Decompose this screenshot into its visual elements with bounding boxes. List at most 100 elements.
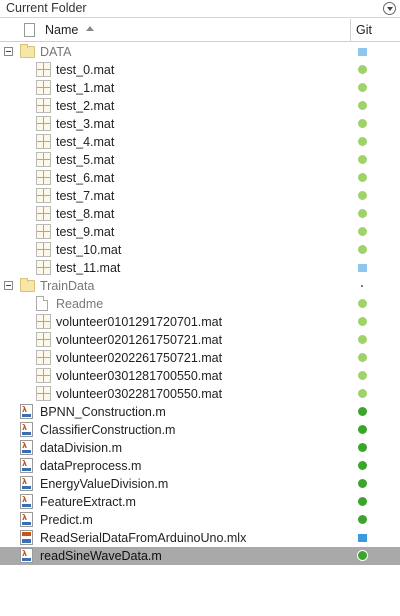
item-label: volunteer0101291720701.mat <box>56 315 223 329</box>
mat-file-icon <box>36 134 51 149</box>
sort-ascending-icon <box>86 26 94 31</box>
collapse-icon[interactable] <box>4 281 13 290</box>
file-row[interactable]: test_8.mat <box>0 205 400 223</box>
matlab-script-icon: λ <box>20 440 33 455</box>
live-script-icon <box>20 530 33 545</box>
item-label: dataPreprocess.m <box>40 459 142 473</box>
item-label: test_11.mat <box>56 261 121 275</box>
git-status-icon <box>358 299 367 308</box>
file-row[interactable]: test_0.mat <box>0 61 400 79</box>
item-label: test_10.mat <box>56 243 122 257</box>
file-row[interactable]: λ BPNN_Construction.m <box>0 403 400 421</box>
git-status-icon <box>358 48 367 56</box>
git-status-icon <box>358 534 367 542</box>
item-label: volunteer0301281700550.mat <box>56 369 223 383</box>
file-row[interactable]: volunteer0201261750721.mat <box>0 331 400 349</box>
file-row[interactable]: λ dataPreprocess.m <box>0 457 400 475</box>
file-row[interactable]: volunteer0302281700550.mat <box>0 385 400 403</box>
item-label: volunteer0302281700550.mat <box>56 387 223 401</box>
column-separator[interactable] <box>350 19 351 42</box>
file-type-column-icon[interactable] <box>24 23 35 37</box>
item-label: test_2.mat <box>56 99 115 113</box>
file-row[interactable]: test_3.mat <box>0 115 400 133</box>
git-status-icon <box>358 389 367 398</box>
git-status-icon <box>358 191 367 200</box>
git-status-icon <box>358 155 367 164</box>
item-label: EnergyValueDivision.m <box>40 477 169 491</box>
file-row[interactable]: λ dataDivision.m <box>0 439 400 457</box>
file-row[interactable]: test_6.mat <box>0 169 400 187</box>
git-status-icon <box>358 101 367 110</box>
file-row[interactable]: λ ClassifierConstruction.m <box>0 421 400 439</box>
mat-file-icon <box>36 332 51 347</box>
git-status-icon <box>361 285 363 287</box>
panel-title: Current Folder <box>6 1 87 15</box>
file-row[interactable]: test_7.mat <box>0 187 400 205</box>
item-label: ReadSerialDataFromArduinoUno.mlx <box>40 531 247 545</box>
name-column-header[interactable]: Name <box>45 23 78 37</box>
item-label: TrainData <box>40 279 95 293</box>
mat-file-icon <box>36 152 51 167</box>
git-status-icon <box>358 119 367 128</box>
file-row[interactable]: volunteer0202261750721.mat <box>0 349 400 367</box>
git-status-icon <box>358 461 367 470</box>
file-row[interactable]: test_9.mat <box>0 223 400 241</box>
matlab-script-icon: λ <box>20 476 33 491</box>
mat-file-icon <box>36 314 51 329</box>
item-label: BPNN_Construction.m <box>40 405 166 419</box>
file-row[interactable]: λ Predict.m <box>0 511 400 529</box>
git-status-icon <box>358 353 367 362</box>
item-label: test_6.mat <box>56 171 115 185</box>
item-label: volunteer0202261750721.mat <box>56 351 223 365</box>
file-row[interactable]: volunteer0301281700550.mat <box>0 367 400 385</box>
file-row[interactable]: λ FeatureExtract.m <box>0 493 400 511</box>
mat-file-icon <box>36 188 51 203</box>
item-label: ClassifierConstruction.m <box>40 423 176 437</box>
matlab-script-icon: λ <box>20 404 33 419</box>
panel-actions-dropdown-icon[interactable] <box>383 2 396 15</box>
file-row[interactable]: ReadSerialDataFromArduinoUno.mlx <box>0 529 400 547</box>
mat-file-icon <box>36 260 51 275</box>
file-row[interactable]: test_5.mat <box>0 151 400 169</box>
matlab-script-icon: λ <box>20 548 33 563</box>
collapse-icon[interactable] <box>4 47 13 56</box>
git-status-icon <box>358 83 367 92</box>
item-label: test_8.mat <box>56 207 115 221</box>
folder-row[interactable]: DATA <box>0 43 400 61</box>
item-label: volunteer0201261750721.mat <box>56 333 223 347</box>
mat-file-icon <box>36 386 51 401</box>
git-status-icon <box>358 407 367 416</box>
git-status-icon <box>358 209 367 218</box>
item-label: Readme <box>56 297 104 311</box>
mat-file-icon <box>36 170 51 185</box>
mat-file-icon <box>36 98 51 113</box>
folder-icon <box>20 278 35 292</box>
mat-file-icon <box>36 206 51 221</box>
mat-file-icon <box>36 350 51 365</box>
column-header: Name Git <box>0 19 400 42</box>
file-list: DATA test_0.mat test_1.mat test_2.mat test_3… <box>0 43 400 565</box>
git-status-icon <box>358 245 367 254</box>
item-label: test_3.mat <box>56 117 115 131</box>
file-row[interactable]: test_4.mat <box>0 133 400 151</box>
git-status-icon <box>357 550 368 561</box>
git-status-icon <box>358 227 367 236</box>
file-row[interactable]: test_11.mat <box>0 259 400 277</box>
file-row[interactable]: test_2.mat <box>0 97 400 115</box>
file-row[interactable]: λ EnergyValueDivision.m <box>0 475 400 493</box>
matlab-script-icon: λ <box>20 494 33 509</box>
file-row[interactable]: test_1.mat <box>0 79 400 97</box>
git-status-icon <box>358 371 367 380</box>
file-row[interactable]: Readme <box>0 295 400 313</box>
item-label: test_0.mat <box>56 63 115 77</box>
file-row[interactable]: test_10.mat <box>0 241 400 259</box>
file-row[interactable]: λ readSineWaveData.m <box>0 547 400 565</box>
git-status-icon <box>358 425 367 434</box>
git-column-header[interactable]: Git <box>356 23 372 37</box>
file-row[interactable]: volunteer0101291720701.mat <box>0 313 400 331</box>
folder-row[interactable]: TrainData <box>0 277 400 295</box>
item-label: test_7.mat <box>56 189 115 203</box>
mat-file-icon <box>36 242 51 257</box>
item-label: test_9.mat <box>56 225 115 239</box>
git-status-icon <box>358 335 367 344</box>
